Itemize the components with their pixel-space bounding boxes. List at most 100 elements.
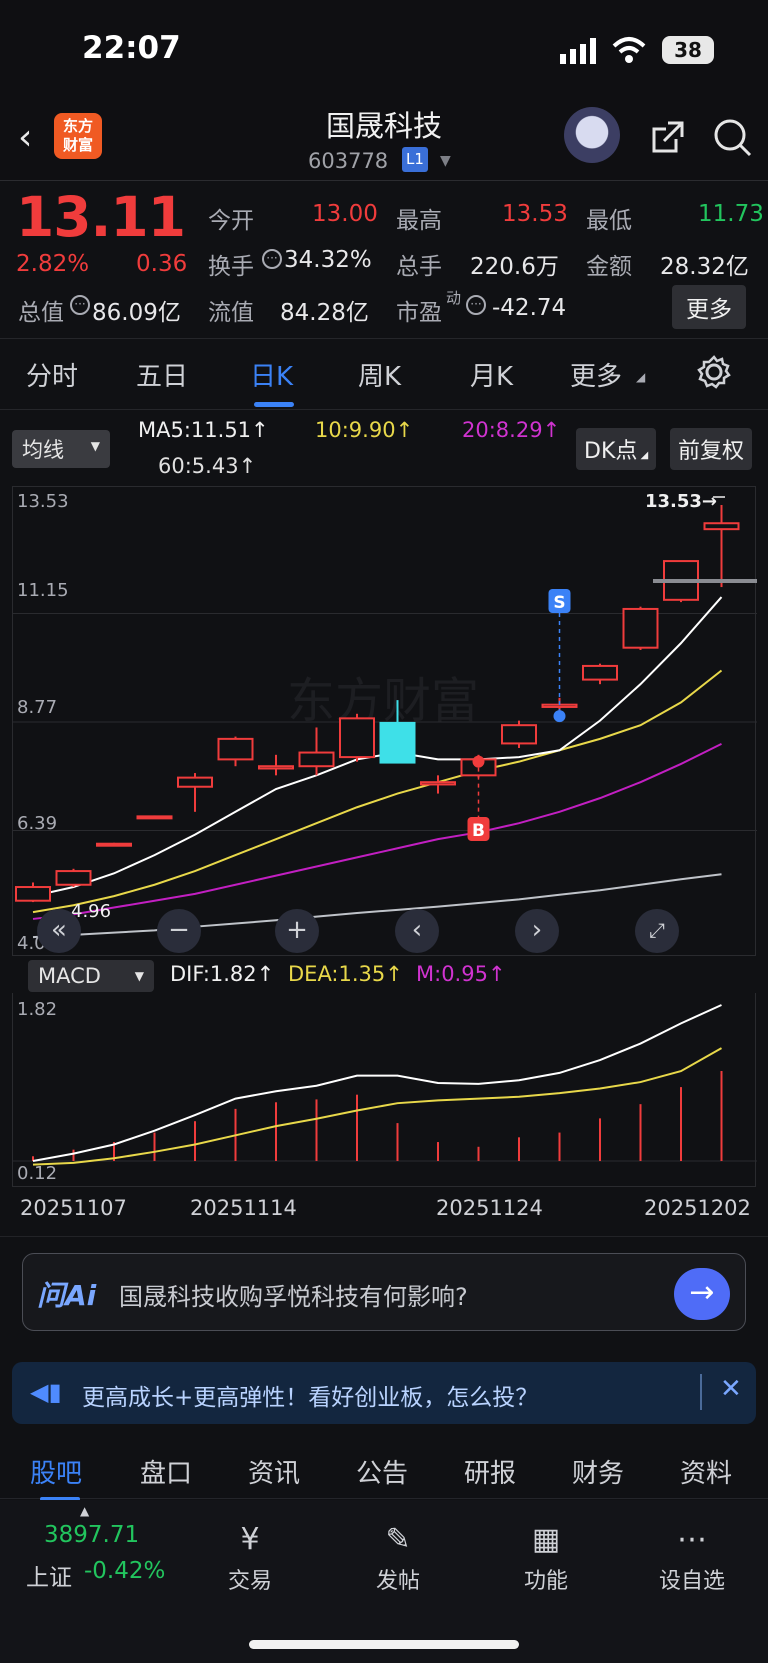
buy-marker-label: B [472, 821, 485, 841]
kline-chart[interactable]: 东方财富 B S 13.53 11.15 8.77 6.39 4.01 13.53→… [12, 486, 757, 956]
search-icon[interactable] [712, 117, 754, 159]
macd-axis-label: 1.82 [17, 999, 58, 1020]
tab-daily-k[interactable]: 日K [250, 356, 293, 393]
price-axis-label: 11.15 [17, 580, 69, 601]
zoom-out-button[interactable]: − [157, 909, 201, 953]
expand-caret-icon[interactable]: ▲ [80, 1504, 89, 1518]
ma5-line [32, 596, 723, 898]
amount-value: 28.32亿 [660, 254, 749, 280]
ma60-value: 60:5.43↑ [158, 454, 257, 478]
tab-forum[interactable]: 股吧 [30, 1453, 82, 1490]
m-value: M:0.95↑ [416, 962, 506, 986]
zoom-in-button[interactable]: + [275, 909, 319, 953]
more-caret-icon: ◢ [636, 370, 646, 384]
high-label: 最高 [396, 208, 442, 234]
dea-value: DEA:1.35↑ [288, 962, 403, 986]
ai-robot-avatar[interactable] [564, 107, 620, 163]
candle-body [217, 737, 254, 761]
candle-body [420, 781, 456, 786]
promo-banner[interactable]: ◀▮ 更高成长+更高弹性！看好创业板，怎么投？ ✕ [12, 1362, 756, 1424]
macd-axis-label: 0.12 [17, 1163, 58, 1184]
more-button[interactable]: 更多 [672, 285, 746, 329]
tab-announcements[interactable]: 公告 [356, 1453, 408, 1490]
tab-five-day[interactable]: 五日 [136, 356, 188, 393]
ai-brand-label: 问Ai [37, 1279, 97, 1312]
ai-question-bar[interactable]: 问Ai 国晟科技收购孚悦科技有何影响? → [22, 1253, 746, 1331]
watermark: 东方财富 [287, 673, 479, 729]
add-watchlist-button[interactable]: ⋯ 设自选 [642, 1522, 742, 1595]
fullscreen-icon[interactable]: ⤢ [635, 909, 679, 953]
dropdown-caret-icon: ▼ [90, 439, 100, 453]
index-change[interactable]: -0.42% [84, 1558, 165, 1584]
sell-point-dot [553, 710, 566, 723]
change-percent: 2.82% [16, 251, 90, 277]
volume-value: 220.6万 [470, 254, 559, 280]
price-axis-label: 6.39 [17, 813, 58, 834]
price-axis-label: 8.77 [17, 697, 58, 718]
settings-gear-icon[interactable] [696, 354, 732, 390]
candle-body [501, 724, 537, 745]
scroll-right-button[interactable]: › [515, 909, 559, 953]
volume-label: 总手 [396, 254, 442, 280]
adjust-price-button[interactable]: 前复权 [670, 428, 753, 470]
level-badge[interactable]: L1 [402, 147, 428, 172]
low-label: 最低 [586, 208, 632, 234]
indicator-select[interactable]: 均线 ▼ [12, 430, 110, 468]
tab-weekly-k[interactable]: 周K [358, 356, 401, 393]
code-dropdown-icon[interactable]: ▼ [440, 153, 451, 169]
dif-value: DIF:1.82↑ [170, 962, 275, 986]
tab-monthly-k[interactable]: 月K [470, 356, 513, 393]
arrow-right-icon[interactable]: → [674, 1268, 730, 1320]
kline-chart-svg: 东方财富 B S [13, 496, 757, 939]
divider [700, 1374, 702, 1410]
ma5-value: MA5:11.51↑ [138, 418, 269, 442]
turnover-value: 34.32% [284, 247, 372, 273]
battery-indicator: 38 [662, 36, 714, 64]
candle-body [379, 721, 416, 764]
indicator-select-label: 均线 [22, 438, 64, 462]
active-tab-indicator [254, 402, 294, 407]
tab-financials[interactable]: 财务 [572, 1453, 624, 1490]
ma10-value: 10:9.90↑ [315, 418, 414, 442]
info-icon[interactable]: ··· [262, 249, 282, 269]
candle-body [177, 776, 213, 788]
candle-body [15, 886, 51, 902]
buy-point-dot [472, 755, 485, 768]
bottom-toolbar: ▲ 3897.71 上证 -0.42% ¥ 交易 ✎ 发帖 ▦ 功能 ⋯ 设自选 [0, 1500, 768, 1663]
dea-line [32, 1047, 722, 1166]
dk-point-button[interactable]: DK点 ◢ [576, 428, 657, 470]
float-label: 流值 [208, 300, 254, 326]
grid-icon: ▦ [531, 1522, 561, 1557]
macd-chart[interactable]: 1.82 0.12 [12, 993, 757, 1187]
scroll-left-fast-button[interactable]: « [37, 909, 81, 953]
info-icon[interactable]: ··· [466, 295, 486, 315]
tab-orderbook[interactable]: 盘口 [140, 1453, 192, 1490]
index-name[interactable]: 上证 [26, 1558, 72, 1592]
pe-label: 市盈 [396, 300, 442, 326]
index-value[interactable]: 3897.71 [44, 1522, 139, 1548]
tab-news[interactable]: 资讯 [248, 1453, 300, 1490]
tab-intraday[interactable]: 分时 [26, 356, 78, 393]
current-price: 13.11 [16, 185, 186, 249]
functions-button[interactable]: ▦ 功能 [496, 1522, 596, 1595]
trade-button[interactable]: ¥ 交易 [200, 1522, 300, 1595]
tab-more[interactable]: 更多 [570, 356, 622, 393]
megaphone-icon: ◀▮ [30, 1378, 62, 1406]
scroll-left-button[interactable]: ‹ [395, 909, 439, 953]
info-icon[interactable]: ··· [70, 295, 90, 315]
candle-body [298, 751, 335, 768]
tab-profile[interactable]: 资料 [680, 1453, 732, 1490]
ma20-line [32, 742, 722, 920]
candle-body [96, 842, 132, 847]
tab-research[interactable]: 研报 [464, 1453, 516, 1490]
price-axis-label: 13.53 [17, 491, 69, 512]
wifi-icon [612, 37, 646, 63]
close-icon[interactable]: ✕ [720, 1374, 742, 1404]
share-icon[interactable] [648, 117, 688, 157]
amount-label: 金额 [586, 254, 632, 280]
divider [0, 1236, 768, 1237]
macd-select[interactable]: MACD ▼ [28, 960, 154, 992]
quote-panel: 13.11 2.82% 0.36 今开 13.00 最高 13.53 最低 11… [0, 181, 768, 339]
candle-body [541, 703, 578, 708]
post-button[interactable]: ✎ 发帖 [348, 1522, 448, 1595]
